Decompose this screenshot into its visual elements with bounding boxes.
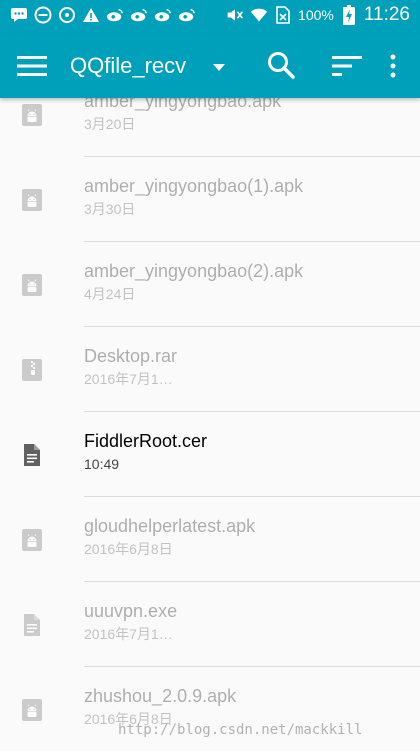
weibo-icon — [130, 6, 148, 24]
wifi-icon — [250, 6, 268, 24]
file-date: 2016年7月1… — [84, 371, 173, 387]
file-date: 2016年6月8日 — [84, 541, 173, 557]
weibo-icon — [154, 6, 172, 24]
menu-icon[interactable] — [17, 52, 47, 80]
file-date: 2016年7月1… — [84, 626, 173, 642]
android-apk-icon — [20, 188, 44, 212]
file-name: FiddlerRoot.cer — [84, 431, 208, 451]
android-apk-icon — [20, 698, 44, 722]
file-name: amber_yingyongbao(2).apk — [84, 261, 304, 281]
file-list-item[interactable]: amber_yingyongbao(1).apk 3月30日 — [0, 157, 420, 242]
weibo-icon — [106, 6, 124, 24]
document-icon — [20, 613, 44, 637]
app-toolbar: QQfile_recv — [0, 34, 420, 98]
warning-icon — [82, 6, 100, 24]
mute-icon — [226, 6, 244, 24]
file-list-item[interactable]: FiddlerRoot.cer 10:49 — [0, 412, 420, 497]
dropdown-caret-icon[interactable] — [211, 60, 227, 74]
sort-icon[interactable] — [332, 53, 362, 79]
clock: 11:26 — [363, 4, 410, 25]
android-apk-icon — [20, 103, 44, 127]
file-date: 3月30日 — [84, 201, 136, 217]
file-list-item[interactable]: zhushou_2.0.9.apk 2016年6月8日 — [0, 667, 420, 751]
file-date: 3月20日 — [84, 116, 136, 132]
weibo-icon — [178, 6, 196, 24]
status-bar: 100% 11:26 — [0, 0, 420, 34]
file-list-item[interactable]: Desktop.rar 2016年7月1… — [0, 327, 420, 412]
android-apk-icon — [20, 273, 44, 297]
android-apk-icon — [20, 528, 44, 552]
message-icon — [10, 6, 28, 24]
search-icon[interactable] — [266, 50, 296, 80]
notification-icons — [10, 6, 196, 24]
no-sim-icon — [274, 6, 292, 24]
archive-icon — [20, 358, 44, 382]
system-indicators: 100% 11:26 — [226, 4, 410, 26]
folder-title[interactable]: QQfile_recv — [70, 52, 186, 80]
file-list: amber_yingyongbao.apk 3月20日 amber_yingyong… — [0, 98, 420, 751]
file-name: uuuvpn.exe — [84, 601, 178, 621]
file-name: Desktop.rar — [84, 346, 178, 366]
more-options-icon[interactable] — [384, 52, 402, 80]
file-name: amber_yingyongbao.apk — [84, 98, 282, 111]
battery-percentage: 100% — [298, 7, 334, 23]
file-list-item[interactable]: gloudhelperlatest.apk 2016年6月8日 — [0, 497, 420, 582]
sync-icon — [58, 6, 76, 24]
file-name: gloudhelperlatest.apk — [84, 516, 256, 536]
file-list-item[interactable]: amber_yingyongbao(2).apk 4月24日 — [0, 242, 420, 327]
file-list-item[interactable]: amber_yingyongbao.apk 3月20日 — [0, 98, 420, 157]
battery-charging-icon — [340, 5, 358, 25]
document-icon — [20, 443, 44, 467]
file-date: 10:49 — [84, 456, 120, 472]
file-date: 4月24日 — [84, 286, 136, 302]
do-not-disturb-icon — [34, 6, 52, 24]
watermark: http://blog.csdn.net/mackkill — [118, 722, 363, 738]
file-name: zhushou_2.0.9.apk — [84, 686, 237, 706]
file-name: amber_yingyongbao(1).apk — [84, 176, 304, 196]
file-list-item[interactable]: uuuvpn.exe 2016年7月1… — [0, 582, 420, 667]
